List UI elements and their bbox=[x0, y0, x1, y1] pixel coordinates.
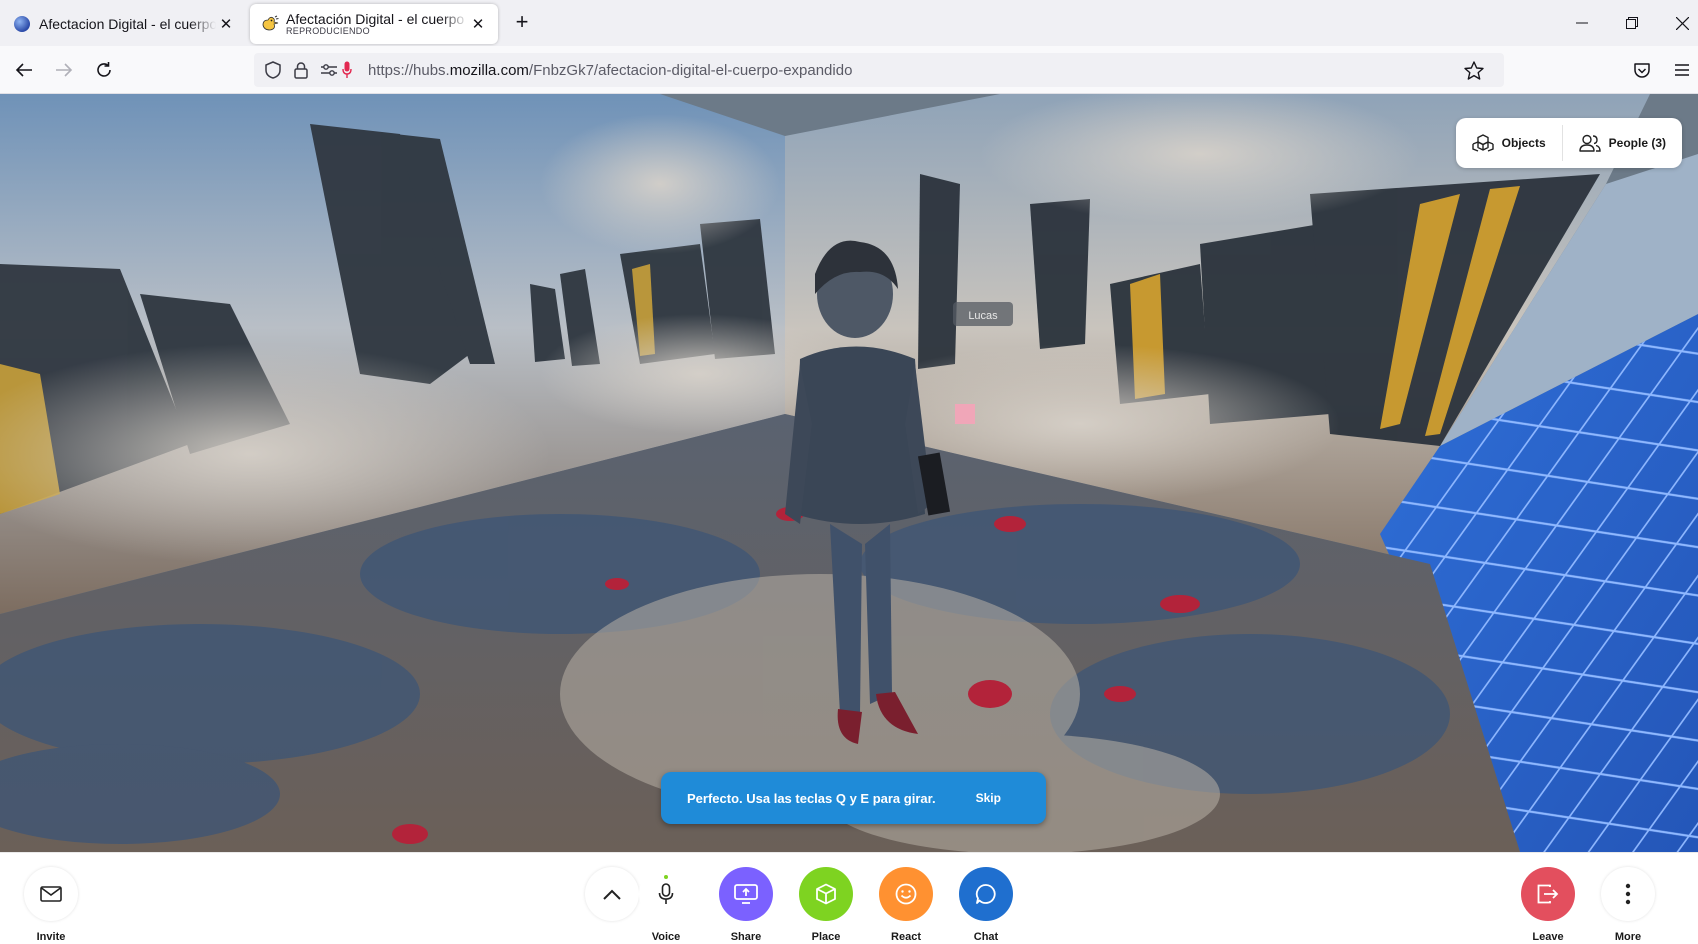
skip-button[interactable]: Skip bbox=[976, 791, 1001, 805]
close-tab-icon[interactable]: ✕ bbox=[216, 14, 236, 34]
voice-label: Voice bbox=[651, 931, 681, 943]
restore-icon[interactable] bbox=[1618, 10, 1646, 36]
vertical-dots-icon bbox=[1625, 883, 1631, 905]
chevron-up-icon bbox=[603, 889, 621, 900]
more-circle bbox=[1601, 867, 1655, 921]
room-menu-pill: Objects People (3) bbox=[1455, 118, 1682, 168]
place-circle bbox=[799, 867, 853, 921]
invite-label: Invite bbox=[36, 931, 66, 943]
leave-label: Leave bbox=[1532, 931, 1564, 943]
share-label: Share bbox=[730, 931, 762, 943]
microphone-active-icon[interactable] bbox=[340, 59, 354, 81]
tab-playing-label: REPRODUCIENDO bbox=[286, 25, 370, 36]
address-bar[interactable]: https://hubs.mozilla.com/FnbzGk7/afectac… bbox=[254, 53, 1504, 87]
close-tab-icon[interactable]: ✕ bbox=[468, 14, 488, 34]
new-tab-button[interactable]: + bbox=[510, 11, 534, 35]
more-label: More bbox=[1614, 931, 1642, 943]
place-label: Place bbox=[811, 931, 841, 943]
tab-afectacion-1[interactable]: Afectacion Digital - el cuerpo expandido… bbox=[4, 4, 246, 44]
url-path: /FnbzGk7/afectacion-digital-el-cuerpo-ex… bbox=[528, 61, 853, 79]
exit-icon bbox=[1537, 884, 1559, 904]
objects-label: Objects bbox=[1501, 136, 1546, 150]
back-icon[interactable] bbox=[12, 58, 36, 82]
envelope-icon bbox=[40, 886, 62, 902]
chat-circle bbox=[959, 867, 1013, 921]
objects-icon bbox=[1471, 134, 1494, 152]
lock-icon[interactable] bbox=[290, 59, 312, 81]
scene-render: Lucas bbox=[0, 94, 1698, 852]
close-window-icon[interactable] bbox=[1668, 10, 1696, 36]
chat-label: Chat bbox=[973, 931, 999, 943]
chat-bubble-icon bbox=[975, 884, 996, 904]
cube-icon bbox=[816, 883, 836, 905]
people-icon bbox=[1578, 134, 1601, 152]
leave-circle bbox=[1521, 867, 1575, 921]
place-button[interactable]: Place bbox=[791, 867, 861, 943]
share-circle bbox=[719, 867, 773, 921]
screen-share-icon bbox=[734, 884, 758, 904]
hubs-toolbar: Invite Voice Share Place React Chat Leav… bbox=[0, 852, 1698, 944]
tab-strip: Afectacion Digital - el cuerpo expandido… bbox=[0, 0, 1698, 46]
leave-button[interactable]: Leave bbox=[1513, 867, 1583, 943]
invite-circle bbox=[24, 867, 78, 921]
invite-button[interactable]: Invite bbox=[16, 867, 86, 943]
navigation-bar: https://hubs.mozilla.com/FnbzGk7/afectac… bbox=[0, 46, 1698, 94]
microphone-icon bbox=[658, 883, 674, 904]
url-text[interactable]: https://hubs.mozilla.com/FnbzGk7/afectac… bbox=[368, 62, 852, 79]
smiley-icon bbox=[895, 883, 917, 905]
mic-level-indicator bbox=[664, 875, 668, 879]
chat-button[interactable]: Chat bbox=[951, 867, 1021, 943]
hint-message: Perfecto. Usa las teclas Q y E para gira… bbox=[687, 790, 936, 806]
browser-window: Afectacion Digital - el cuerpo expandido… bbox=[0, 0, 1698, 944]
globe-icon bbox=[14, 16, 30, 32]
people-label: People (3) bbox=[1608, 136, 1666, 150]
pocket-icon[interactable] bbox=[1630, 58, 1654, 82]
url-domain: mozilla.com bbox=[449, 61, 529, 79]
hamburger-menu-icon[interactable] bbox=[1670, 58, 1694, 82]
shield-icon[interactable] bbox=[262, 59, 284, 81]
more-button[interactable]: More bbox=[1593, 867, 1663, 943]
tab-title: Afectación Digital - el cuerpo expandido bbox=[286, 11, 468, 27]
forward-icon[interactable] bbox=[52, 58, 76, 82]
voice-button[interactable]: Voice bbox=[631, 867, 701, 943]
share-button[interactable]: Share bbox=[711, 867, 781, 943]
avatar-name-tag: Lucas bbox=[968, 310, 998, 322]
tutorial-hint: Perfecto. Usa las teclas Q y E para gira… bbox=[661, 772, 1046, 824]
tab-afectacion-2[interactable]: Afectación Digital - el cuerpo expandido… bbox=[250, 4, 498, 44]
reload-icon[interactable] bbox=[92, 58, 116, 82]
url-prefix: https://hubs. bbox=[368, 61, 450, 79]
tab-text: Afectación Digital - el cuerpo expandido… bbox=[286, 12, 468, 36]
react-button[interactable]: React bbox=[871, 867, 941, 943]
tab-title: Afectacion Digital - el cuerpo expandido bbox=[39, 16, 216, 32]
react-circle bbox=[879, 867, 933, 921]
permissions-icon[interactable] bbox=[318, 59, 340, 81]
people-button[interactable]: People (3) bbox=[1563, 118, 1682, 168]
minimize-icon[interactable] bbox=[1568, 10, 1596, 36]
objects-button[interactable]: Objects bbox=[1456, 118, 1562, 168]
react-label: React bbox=[891, 931, 921, 943]
hubs-3d-viewport[interactable]: Lucas Objects People (3) Perfecto. Usa l… bbox=[0, 94, 1698, 852]
bookmark-star-icon[interactable] bbox=[1462, 58, 1486, 82]
hubs-duck-icon bbox=[262, 15, 279, 31]
